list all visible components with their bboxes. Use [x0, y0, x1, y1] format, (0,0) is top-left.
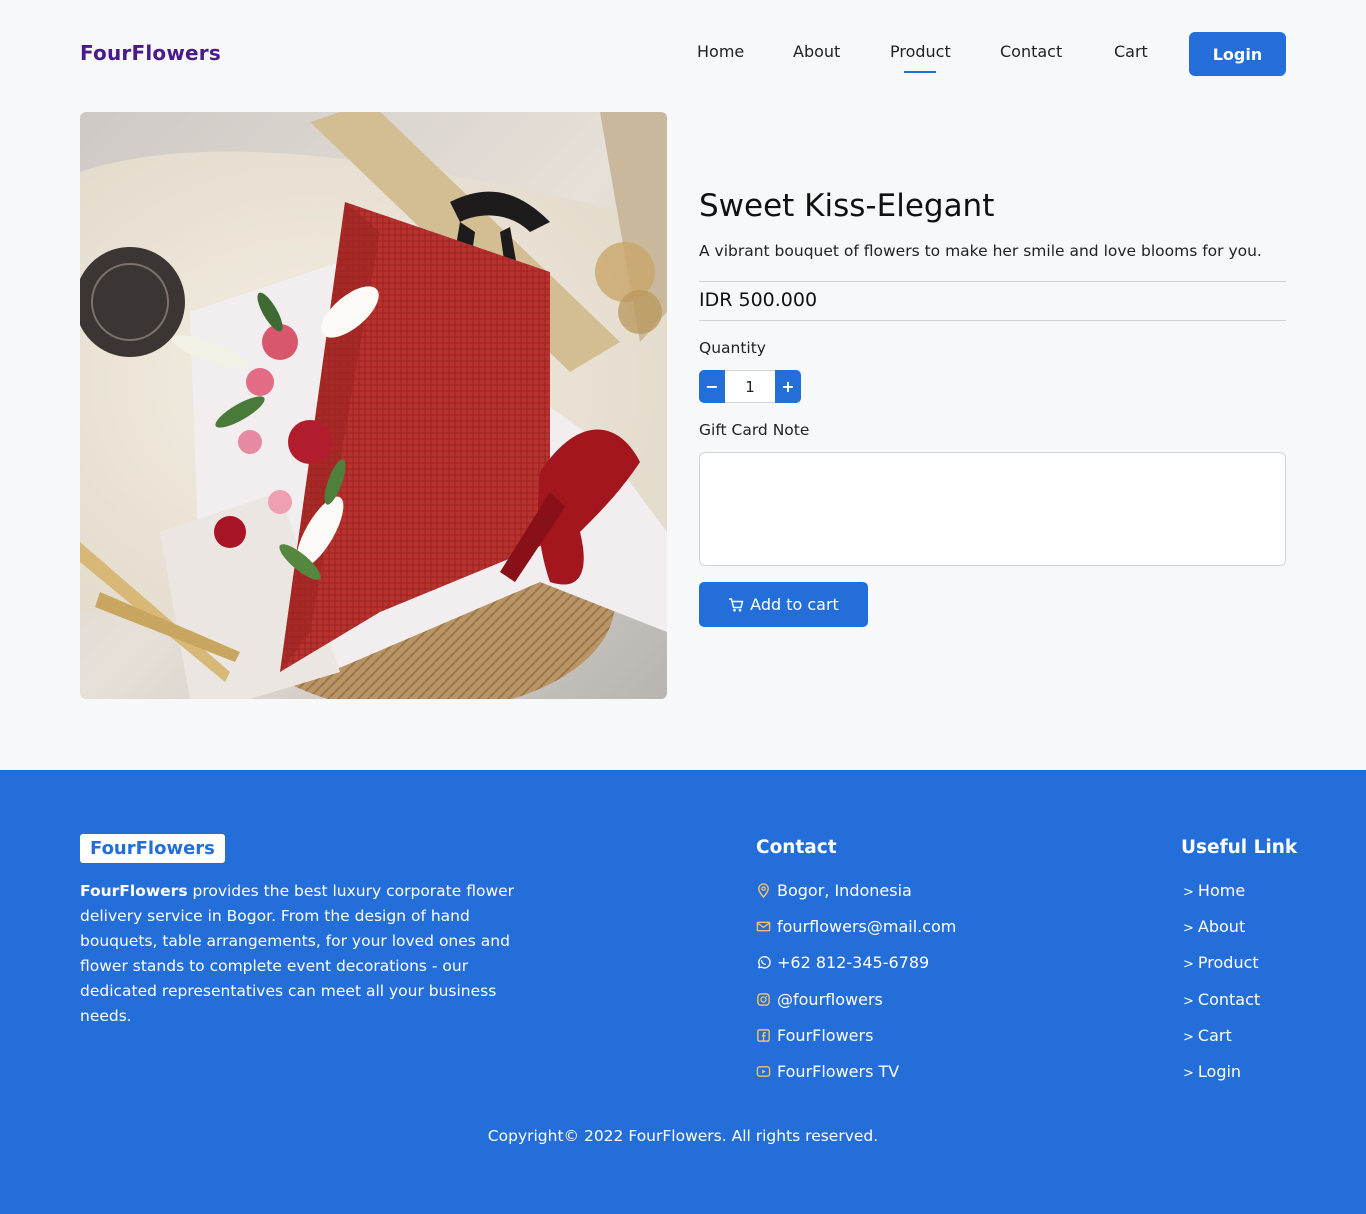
contact-youtube-text: FourFlowers TV [777, 1062, 900, 1081]
footer-link-home[interactable]: > Home [1183, 881, 1245, 900]
bouquet-photo [80, 112, 667, 699]
footer-link-login[interactable]: > Login [1183, 1062, 1241, 1081]
brand-logo[interactable]: FourFlowers [80, 41, 221, 65]
product-image [80, 112, 667, 699]
footer-link-cart[interactable]: > Cart [1183, 1026, 1232, 1045]
add-to-cart-button[interactable]: Add to cart [699, 582, 868, 627]
footer-link-login-label: Login [1197, 1062, 1242, 1081]
price-divider-bottom [699, 320, 1286, 321]
contact-instagram[interactable]: @fourflowers [756, 990, 883, 1009]
youtube-icon [756, 1066, 771, 1077]
contact-facebook[interactable]: FourFlowers [756, 1026, 873, 1045]
quantity-label: Quantity [699, 339, 766, 357]
nav-home[interactable]: Home [697, 42, 744, 61]
footer-useful-heading: Useful Link [1181, 837, 1298, 858]
footer-link-cart-label: Cart [1197, 1026, 1232, 1045]
quantity-increase-button[interactable]: + [775, 370, 801, 403]
contact-whatsapp[interactable]: +62 812-345-6789 [756, 953, 929, 972]
instagram-icon [757, 993, 770, 1006]
product-price: IDR 500.000 [699, 289, 818, 311]
footer-contact-heading: Contact [756, 837, 837, 858]
footer-link-contact[interactable]: > Contact [1183, 990, 1260, 1009]
login-button[interactable]: Login [1189, 32, 1286, 76]
location-icon [758, 883, 769, 898]
chevron-right-icon: > [1183, 1066, 1194, 1081]
quantity-stepper: − + [699, 370, 801, 403]
contact-email-text: fourflowers@mail.com [777, 917, 957, 936]
site-footer: FourFlowers FourFlowers provides the bes… [0, 770, 1366, 1214]
contact-location: Bogor, Indonesia [756, 881, 912, 900]
cart-icon [729, 597, 744, 611]
footer-about-text: provides the best luxury corporate flowe… [80, 882, 515, 1025]
footer-link-contact-label: Contact [1197, 990, 1261, 1009]
nav-cart[interactable]: Cart [1114, 42, 1148, 61]
add-to-cart-label: Add to cart [750, 595, 839, 614]
contact-whatsapp-text: +62 812-345-6789 [777, 953, 930, 972]
footer-link-home-label: Home [1197, 881, 1246, 900]
nav-product[interactable]: Product [890, 42, 951, 73]
quantity-input[interactable] [725, 370, 775, 403]
chevron-right-icon: > [1183, 1030, 1194, 1045]
contact-location-text: Bogor, Indonesia [777, 881, 912, 900]
footer-about-brand: FourFlowers [80, 882, 188, 900]
footer-about: FourFlowers provides the best luxury cor… [80, 879, 535, 1029]
gift-note-textarea[interactable] [699, 452, 1286, 566]
facebook-icon [757, 1029, 770, 1042]
nav-contact[interactable]: Contact [1000, 42, 1062, 61]
footer-link-about-label: About [1197, 917, 1246, 936]
contact-instagram-text: @fourflowers [777, 990, 883, 1009]
contact-email[interactable]: fourflowers@mail.com [756, 917, 956, 936]
quantity-decrease-button[interactable]: − [699, 370, 725, 403]
product-title: Sweet Kiss-Elegant [699, 188, 995, 224]
mail-icon [756, 921, 771, 932]
gift-note-label: Gift Card Note [699, 421, 810, 439]
contact-youtube[interactable]: FourFlowers TV [756, 1062, 899, 1081]
whatsapp-icon [758, 956, 771, 969]
site-header: FourFlowers Home About Product Contact C… [0, 0, 1366, 108]
price-divider-top [699, 281, 1286, 282]
chevron-right-icon: > [1183, 957, 1194, 972]
nav-about[interactable]: About [793, 42, 840, 61]
footer-brand: FourFlowers [80, 834, 225, 863]
chevron-right-icon: > [1183, 885, 1194, 900]
chevron-right-icon: > [1183, 994, 1194, 1009]
footer-link-product[interactable]: > Product [1183, 953, 1259, 972]
footer-link-product-label: Product [1197, 953, 1259, 972]
copyright: Copyright© 2022 FourFlowers. All rights … [487, 1127, 879, 1145]
contact-facebook-text: FourFlowers [777, 1026, 874, 1045]
product-description: A vibrant bouquet of flowers to make her… [699, 242, 1262, 260]
chevron-right-icon: > [1183, 921, 1194, 936]
footer-link-about[interactable]: > About [1183, 917, 1245, 936]
